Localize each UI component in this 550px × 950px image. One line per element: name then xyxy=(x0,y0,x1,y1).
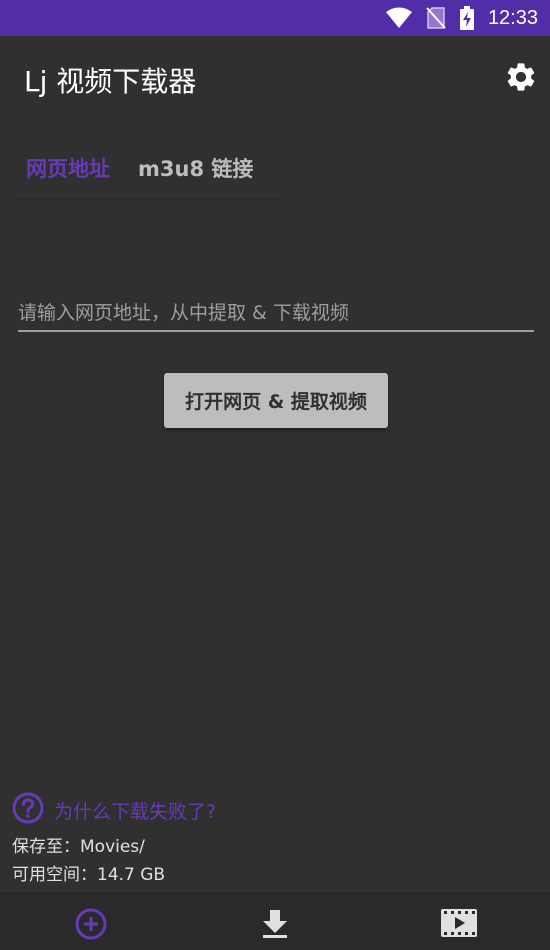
video-icon xyxy=(440,892,478,950)
battery-charging-icon xyxy=(459,6,474,30)
help-circle-icon xyxy=(12,792,44,828)
gear-icon xyxy=(504,60,538,98)
status-bar: 12:33 xyxy=(0,0,550,36)
free-space: 可用空间：14.7 GB xyxy=(12,865,166,885)
nav-downloads[interactable] xyxy=(220,892,330,950)
save-location: 保存至：Movies/ xyxy=(12,837,145,857)
app-bar: Lj 视频下载器 xyxy=(0,36,550,122)
tab-bar: 网页地址 m3u8 链接 xyxy=(12,140,280,200)
help-text: 为什么下载失败了? xyxy=(54,800,217,823)
nav-videos[interactable] xyxy=(404,892,514,950)
open-extract-button[interactable]: 打开网页 & 提取视频 xyxy=(164,373,388,428)
settings-button[interactable] xyxy=(502,60,540,98)
bottom-nav xyxy=(0,892,550,950)
nav-add[interactable] xyxy=(36,892,146,950)
download-icon xyxy=(261,892,289,950)
url-input[interactable] xyxy=(18,296,534,330)
add-circle-icon xyxy=(75,892,107,950)
help-link[interactable]: 为什么下载失败了? xyxy=(12,792,217,828)
app-title: Lj 视频下载器 xyxy=(24,65,197,98)
wifi-icon xyxy=(385,7,412,29)
tab-webpage-url[interactable]: 网页地址 xyxy=(12,142,124,196)
status-time: 12:33 xyxy=(487,6,538,29)
tab-m3u8-link[interactable]: m3u8 链接 xyxy=(124,142,267,196)
url-input-container xyxy=(18,296,534,332)
no-sim-icon xyxy=(426,7,446,29)
